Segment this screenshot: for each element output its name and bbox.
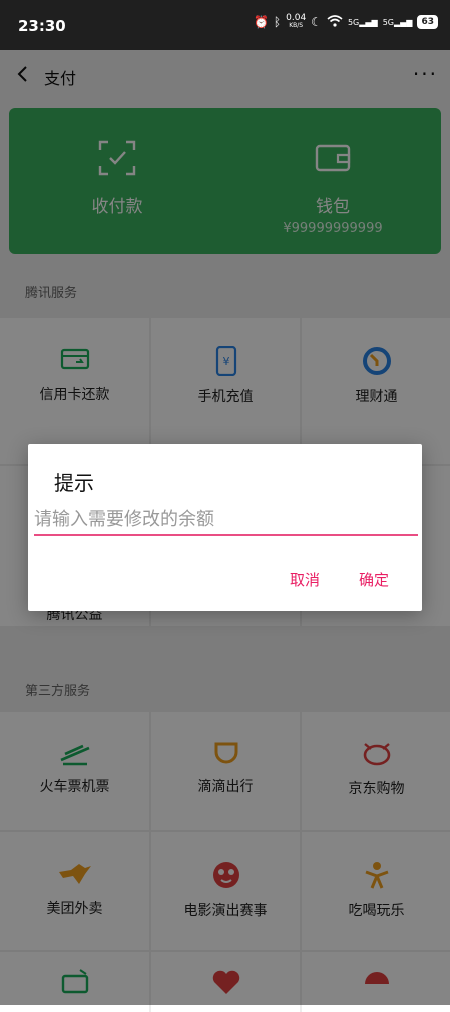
cancel-button[interactable]: 取消: [290, 569, 320, 590]
alarm-icon: ⏰: [253, 15, 269, 29]
wifi-icon: [327, 14, 343, 30]
signal-icon: 5G▂▄▆: [347, 17, 378, 27]
moon-icon: ☾: [311, 15, 322, 29]
net-speed: 0.04 KB/S: [286, 13, 307, 30]
edit-balance-dialog: 提示 取消 确定: [28, 444, 422, 611]
balance-input[interactable]: [34, 504, 418, 536]
confirm-button[interactable]: 确定: [359, 569, 389, 590]
bluetooth-icon: ᛒ: [273, 15, 282, 29]
status-bar: 23:30 ⏰ ᛒ 0.04 KB/S ☾ 5G▂▄▆ 5G▂▄▆ 63: [0, 0, 450, 50]
status-time: 23:30: [18, 17, 66, 35]
status-icons: ⏰ ᛒ 0.04 KB/S ☾ 5G▂▄▆ 5G▂▄▆ 63: [254, 14, 438, 30]
signal-icon-2: 5G▂▄▆: [382, 17, 413, 27]
dialog-title: 提示: [54, 471, 94, 495]
battery-icon: 63: [417, 15, 438, 29]
